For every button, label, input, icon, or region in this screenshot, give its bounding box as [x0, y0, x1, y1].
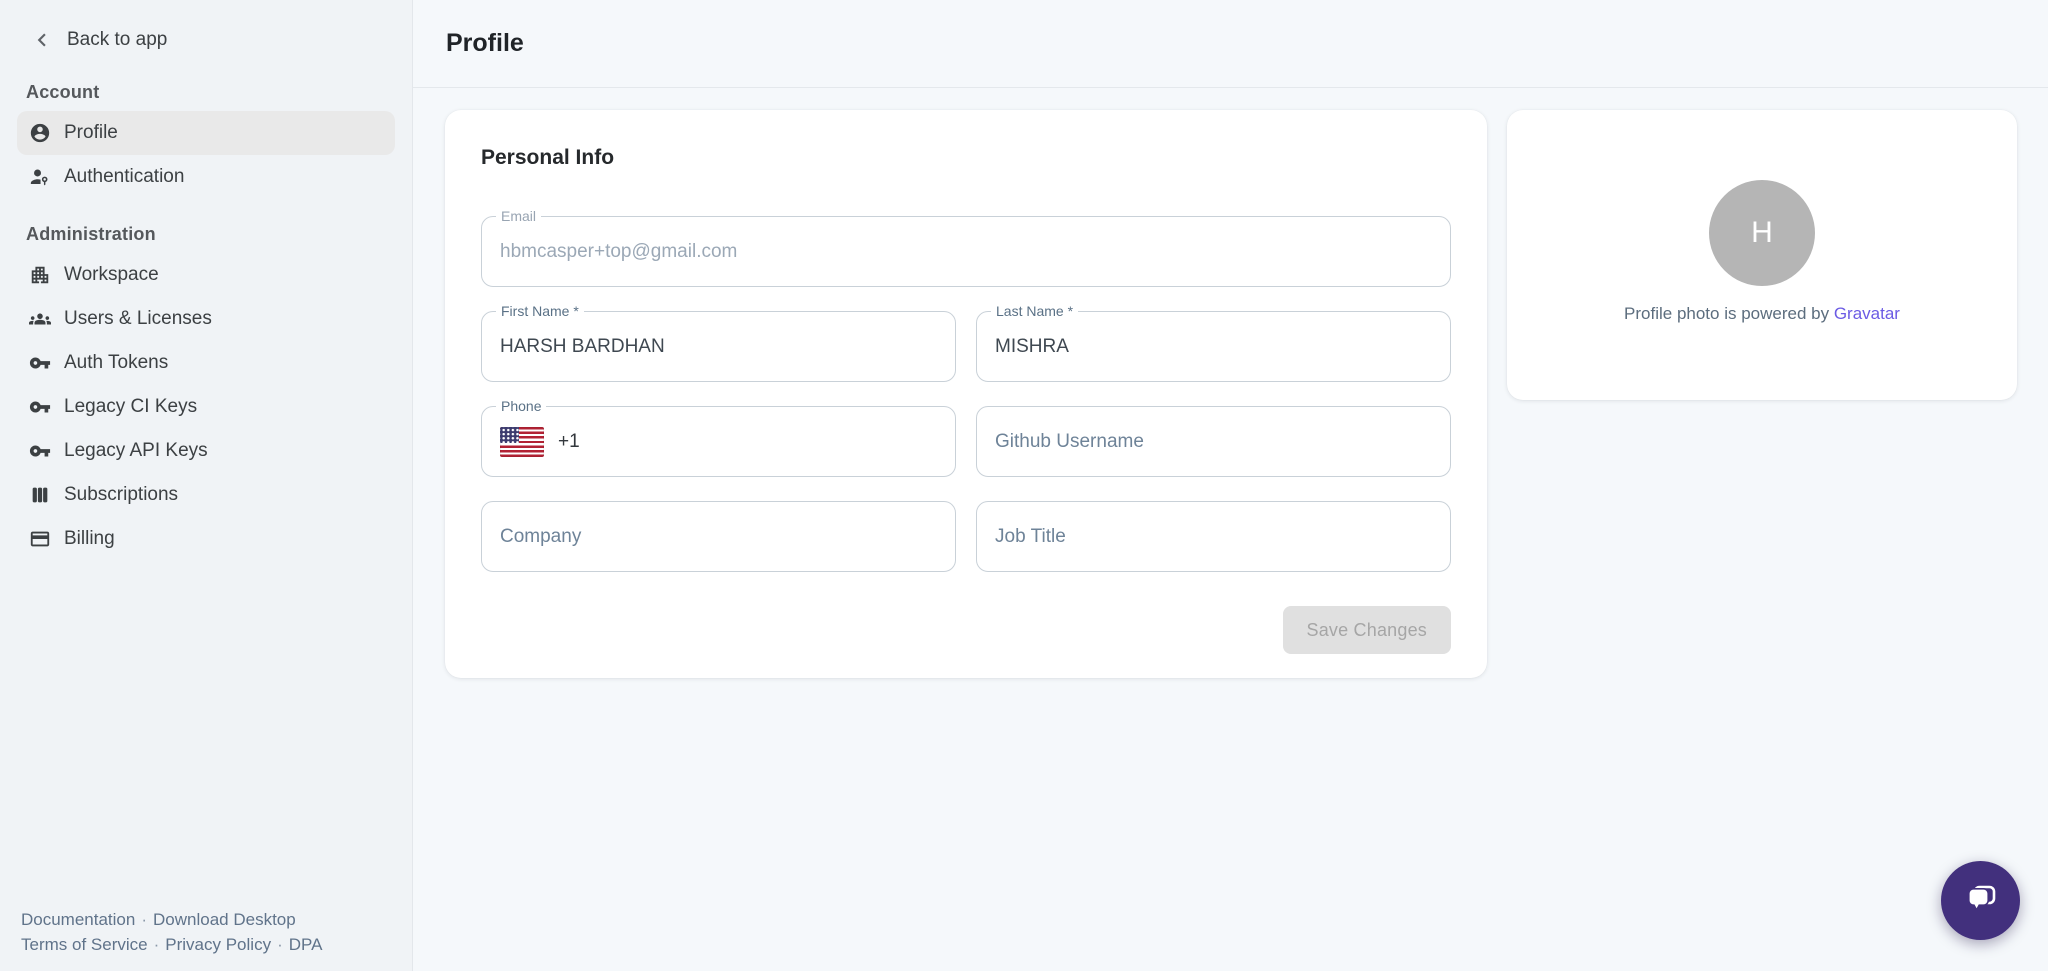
key-icon: [29, 440, 51, 462]
email-field: Email: [481, 216, 1451, 287]
footer-separator: ·: [271, 935, 289, 954]
personal-info-form: Email First Name * Last Name * Phone: [481, 216, 1451, 572]
dial-code: +1: [558, 431, 580, 453]
gravatar-caption: Profile photo is powered by Gravatar: [1624, 304, 1900, 324]
main-area: Profile Personal Info Email First Name *: [413, 0, 2048, 971]
save-changes-button[interactable]: Save Changes: [1283, 606, 1451, 654]
people-group-icon: [29, 308, 51, 330]
company-field: [481, 501, 956, 572]
form-actions: Save Changes: [481, 606, 1451, 654]
sidebar-footer: Documentation·Download Desktop Terms of …: [21, 907, 322, 957]
sidebar-item-auth-tokens[interactable]: Auth Tokens: [17, 341, 395, 385]
back-to-app-button[interactable]: Back to app: [0, 0, 412, 53]
job-title-input[interactable]: [995, 526, 1432, 548]
sidebar-item-legacy-ci-keys[interactable]: Legacy CI Keys: [17, 385, 395, 429]
sidebar-item-label: Legacy CI Keys: [64, 396, 197, 418]
sidebar-item-subscriptions[interactable]: Subscriptions: [17, 473, 395, 517]
section-header-account: Account: [26, 82, 412, 103]
section-header-administration: Administration: [26, 224, 412, 245]
github-username-input[interactable]: [995, 431, 1432, 453]
person-circle-icon: [29, 122, 51, 144]
content-row: Personal Info Email First Name * Last Na…: [413, 88, 2048, 678]
key-icon: [29, 396, 51, 418]
sidebar-item-label: Profile: [64, 122, 118, 144]
chat-widget-button[interactable]: [1941, 861, 2020, 940]
footer-separator: ·: [148, 935, 166, 954]
sidebar-item-label: Billing: [64, 528, 115, 550]
documentation-link[interactable]: Documentation: [21, 910, 135, 929]
dpa-link[interactable]: DPA: [289, 935, 323, 954]
us-flag-icon country-selector[interactable]: [500, 427, 544, 457]
app-window: Back to app Account Profile Authenticati…: [0, 0, 2048, 971]
gravatar-link[interactable]: Gravatar: [1834, 304, 1900, 323]
sidebar-item-label: Users & Licenses: [64, 308, 212, 330]
columns-icon: [29, 484, 51, 506]
sidebar-item-workspace[interactable]: Workspace: [17, 253, 395, 297]
first-name-input[interactable]: [500, 336, 937, 358]
chat-bubbles-icon: [1960, 880, 2002, 922]
gravatar-caption-text: Profile photo is powered by: [1624, 304, 1834, 323]
last-name-field: Last Name *: [976, 311, 1451, 382]
profile-photo-card: H Profile photo is powered by Gravatar: [1507, 110, 2017, 400]
back-to-app-label: Back to app: [67, 29, 167, 51]
footer-separator: ·: [135, 910, 153, 929]
company-input[interactable]: [500, 526, 937, 548]
phone-field: Phone +1: [481, 406, 956, 477]
avatar: H: [1709, 180, 1815, 286]
sidebar-item-legacy-api-keys[interactable]: Legacy API Keys: [17, 429, 395, 473]
page-header: Profile: [413, 0, 2048, 88]
page-title: Profile: [446, 29, 524, 58]
sidebar-item-label: Legacy API Keys: [64, 440, 208, 462]
phone-input[interactable]: [590, 431, 937, 453]
building-icon: [29, 264, 51, 286]
person-key-icon: [29, 166, 51, 188]
github-username-field: [976, 406, 1451, 477]
last-name-label: Last Name *: [991, 302, 1078, 321]
sidebar-item-label: Subscriptions: [64, 484, 178, 506]
sidebar-item-profile[interactable]: Profile: [17, 111, 395, 155]
footer-row-1: Documentation·Download Desktop: [21, 907, 322, 932]
chevron-left-icon: [29, 27, 55, 53]
phone-label: Phone: [496, 397, 546, 416]
first-name-label: First Name *: [496, 302, 584, 321]
privacy-policy-link[interactable]: Privacy Policy: [165, 935, 271, 954]
key-icon: [29, 352, 51, 374]
email-label: Email: [496, 207, 541, 226]
settings-sidebar: Back to app Account Profile Authenticati…: [0, 0, 413, 971]
email-input: [500, 241, 1432, 263]
first-name-field: First Name *: [481, 311, 956, 382]
sidebar-item-label: Authentication: [64, 166, 184, 188]
last-name-input[interactable]: [995, 336, 1432, 358]
personal-info-title: Personal Info: [481, 146, 1451, 170]
credit-card-icon: [29, 528, 51, 550]
footer-row-2: Terms of Service·Privacy Policy·DPA: [21, 932, 322, 957]
personal-info-card: Personal Info Email First Name * Last Na…: [445, 110, 1487, 678]
terms-of-service-link[interactable]: Terms of Service: [21, 935, 148, 954]
sidebar-item-label: Auth Tokens: [64, 352, 168, 374]
sidebar-item-users-licenses[interactable]: Users & Licenses: [17, 297, 395, 341]
sidebar-item-label: Workspace: [64, 264, 159, 286]
sidebar-item-billing[interactable]: Billing: [17, 517, 395, 561]
sidebar-item-authentication[interactable]: Authentication: [17, 155, 395, 199]
job-title-field: [976, 501, 1451, 572]
download-desktop-link[interactable]: Download Desktop: [153, 910, 296, 929]
